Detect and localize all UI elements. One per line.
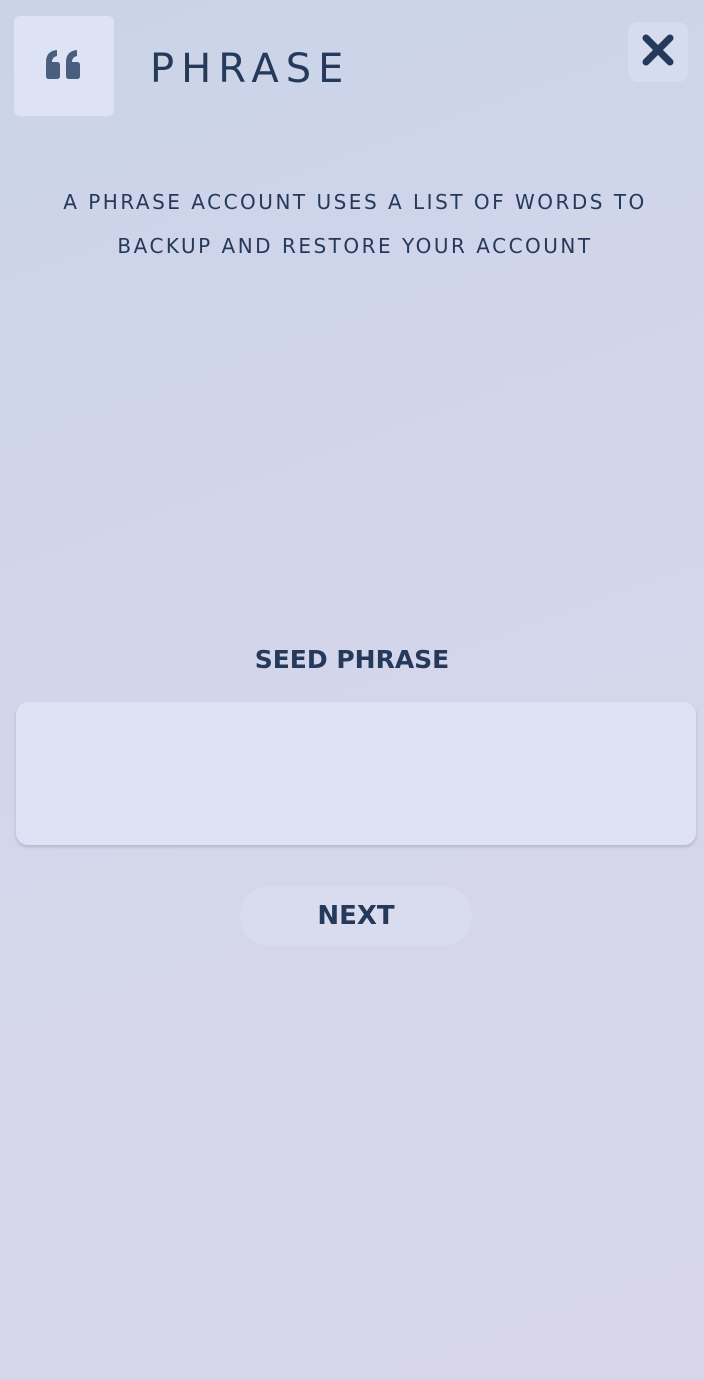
seed-phrase-label: SEED PHRASE <box>254 645 450 674</box>
close-button[interactable] <box>628 22 688 82</box>
seed-phrase-input[interactable] <box>16 702 696 845</box>
phrase-description: A PHRASE ACCOUNT USES A LIST OF WORDS TO… <box>63 190 647 258</box>
next-button[interactable]: NEXT <box>240 886 472 946</box>
page-title: PHRASE <box>150 46 351 92</box>
account-type-icon-tile <box>14 16 114 116</box>
quote-icon <box>44 48 84 84</box>
close-icon <box>641 33 675 71</box>
